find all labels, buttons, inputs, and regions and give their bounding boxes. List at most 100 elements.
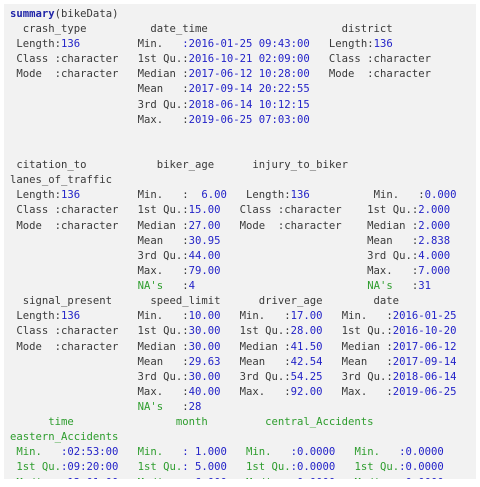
summary-label: Class :character bbox=[10, 53, 138, 66]
summary-label: 3rd Qu.: bbox=[10, 249, 189, 262]
summary-value: 30.00 bbox=[188, 325, 221, 338]
summary-value: 7.000 bbox=[418, 264, 451, 277]
output-line: Mean :30.95 Mean :2.838 bbox=[10, 233, 451, 249]
summary-value: 2.000 bbox=[418, 219, 451, 232]
summary-value: 2.838 bbox=[418, 234, 451, 247]
summary-value: 136 bbox=[61, 38, 81, 51]
summary-label: Class :character 1st Qu.: bbox=[10, 325, 189, 338]
summary-label: 1st Qu.: bbox=[220, 325, 291, 338]
output-line: Length:136 Min. :10.00 Min. :17.00 Min. … bbox=[10, 308, 457, 324]
summary-value: 136 bbox=[61, 189, 81, 202]
summary-label: Mean : bbox=[137, 83, 189, 96]
summary-label bbox=[10, 401, 138, 413]
summary-value: :09:20:00 bbox=[61, 461, 119, 474]
summary-label-alt: Min. bbox=[10, 446, 62, 459]
summary-label: Max. : bbox=[10, 264, 189, 277]
summary-value: 28.00 bbox=[290, 325, 323, 338]
summary-value: :0.0000 bbox=[399, 446, 444, 459]
summary-label: 3rd Qu.: bbox=[220, 249, 419, 262]
summary-label: Mode :character bbox=[10, 68, 138, 81]
summary-label bbox=[10, 114, 138, 126]
summary-label: Mode :character Median : bbox=[10, 219, 189, 232]
summary-value: 2019-06-25 bbox=[392, 385, 457, 398]
summary-label: 1st Qu.: bbox=[137, 53, 189, 66]
output-line: Min. :02:53:00 Min. : 1.000 Min. :0.0000… bbox=[10, 444, 444, 460]
summary-value: :02:53:00 bbox=[61, 446, 119, 459]
output-line: citation_to biker_age injury_to_biker bbox=[10, 157, 348, 173]
summary-label-alt: Median bbox=[227, 477, 291, 479]
summary-label: : bbox=[163, 401, 189, 413]
output-line: Mode :character Median :2017-06-12 10:28… bbox=[10, 66, 431, 82]
summary-value: 42.54 bbox=[290, 355, 323, 368]
summary-label: Class :character 1st Qu.: bbox=[10, 204, 189, 217]
summary-value: :2016-01-25 09:43:00 bbox=[182, 38, 310, 51]
summary-label-alt: 1st Qu. bbox=[10, 461, 62, 474]
summary-value: 136 bbox=[373, 38, 393, 51]
r-console-output: summary(bikeData) crash_type date_time d… bbox=[4, 4, 476, 479]
summary-value: :0.0000 bbox=[399, 477, 444, 479]
command-argument: bikeData bbox=[61, 8, 113, 20]
summary-label: : bbox=[163, 280, 189, 293]
summary-label-alt: Median bbox=[335, 477, 399, 479]
output-line: NA's :28 bbox=[10, 399, 202, 415]
output-line: Mean :2017-09-14 20:22:55 bbox=[10, 81, 310, 97]
summary-label: Mode :character Median : bbox=[220, 219, 419, 232]
summary-label-alt: NA's bbox=[137, 401, 164, 413]
summary-label-alt: 1st Qu. bbox=[335, 461, 400, 474]
summary-value: 6.00 bbox=[194, 189, 227, 202]
summary-value: :0.0000 bbox=[290, 461, 336, 474]
summary-value: 44.00 bbox=[188, 249, 221, 262]
summary-value: 2.000 bbox=[418, 204, 451, 217]
output-line: NA's :4 NA's :31 bbox=[10, 278, 431, 294]
summary-label-alt: time month central_Accidents bbox=[10, 416, 374, 429]
output-line: 3rd Qu.:30.00 3rd Qu.:54.25 3rd Qu.:2018… bbox=[10, 369, 457, 385]
summary-value: :0.0000 bbox=[291, 477, 336, 479]
summary-label: : bbox=[392, 280, 419, 293]
summary-label: Length: bbox=[10, 38, 62, 51]
summary-value: 28 bbox=[188, 401, 202, 413]
summary-label-alt: 1st Qu. bbox=[226, 461, 291, 474]
summary-label: Length: bbox=[10, 310, 62, 323]
summary-value: 2016-10-21 02:09:00 bbox=[188, 53, 310, 66]
summary-label: Length: bbox=[10, 189, 62, 202]
command-line: summary(bikeData) bbox=[10, 6, 118, 22]
summary-value: 2017-06-12 10:28:00 bbox=[188, 68, 310, 81]
summary-label: Mean : bbox=[10, 234, 189, 247]
summary-value: 54.25 bbox=[290, 370, 323, 383]
summary-label-alt: Median bbox=[118, 477, 182, 479]
summary-value: 2016-01-25 bbox=[392, 310, 457, 323]
output-line: 1st Qu.:09:20:00 1st Qu.: 5.000 1st Qu.:… bbox=[10, 459, 444, 475]
summary-label: Mean : bbox=[220, 234, 419, 247]
output-line: Max. :40.00 Max. :92.00 Max. :2019-06-25 bbox=[10, 384, 457, 400]
summary-value: 30.00 bbox=[188, 340, 221, 353]
output-line: 3rd Qu.:2018-06-14 10:12:15 bbox=[10, 97, 310, 113]
output-line: Length:136 Min. :2016-01-25 09:43:00 Len… bbox=[10, 36, 431, 52]
summary-label: Min. : bbox=[80, 310, 189, 323]
summary-label: 3rd Qu.: bbox=[10, 370, 189, 383]
summary-label: Median : bbox=[137, 68, 189, 81]
output-line: signal_present speed_limit driver_age da… bbox=[10, 293, 469, 309]
summary-label: Max. : bbox=[220, 385, 291, 398]
summary-label: Class :character 1st Qu.: bbox=[220, 204, 419, 217]
summary-label: Min. : bbox=[220, 310, 291, 323]
summary-value: 4.000 bbox=[418, 249, 451, 262]
summary-value: 0.000 bbox=[424, 189, 457, 202]
output-line: Class :character 1st Qu.:30.00 1st Qu.:2… bbox=[10, 323, 456, 339]
output-line: crash_type date_time district bbox=[10, 21, 425, 37]
summary-label bbox=[195, 280, 367, 292]
summary-label: Max. : bbox=[137, 113, 189, 126]
summary-label bbox=[393, 38, 431, 50]
summary-value: 30.95 bbox=[188, 234, 221, 247]
summary-label: crash_type date_time district bbox=[10, 23, 425, 35]
summary-label: Max. : bbox=[10, 385, 189, 398]
summary-label: Mode :character bbox=[309, 68, 431, 81]
summary-value: 30.00 bbox=[188, 370, 221, 383]
summary-value: :0.0000 bbox=[399, 461, 444, 474]
summary-value: 2017-06-12 bbox=[392, 340, 457, 353]
summary-value: 15.00 bbox=[188, 204, 221, 217]
summary-label: 1st Qu.: bbox=[322, 325, 393, 338]
output-line: Max. :79.00 Max. :7.000 bbox=[10, 263, 451, 279]
summary-label: 3rd Qu.: bbox=[220, 370, 291, 383]
summary-label: Length: bbox=[226, 189, 291, 202]
summary-value: 2017-09-14 20:22:55 bbox=[188, 83, 310, 96]
